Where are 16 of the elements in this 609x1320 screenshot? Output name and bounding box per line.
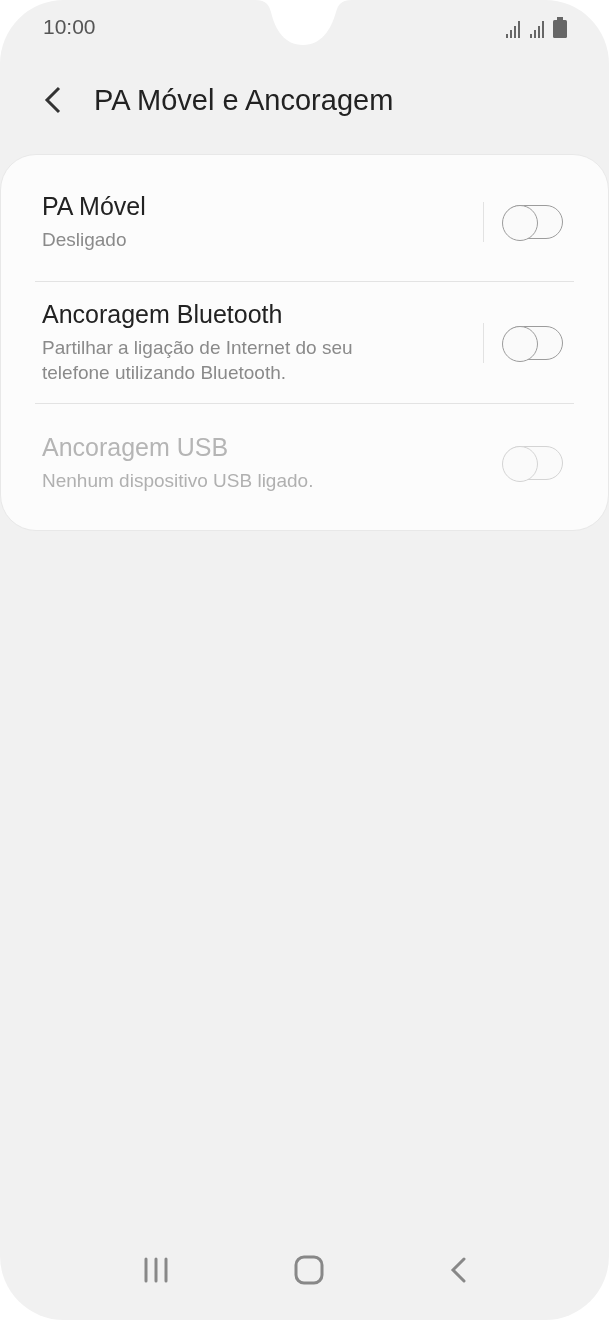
back-icon[interactable] [44,86,62,114]
setting-description: Desligado [42,228,128,252]
setting-description: Partilhar a ligação de Internet do seu telefone utilizando Bluetooth. [42,336,354,385]
page-title: PA Móvel e Ancoragem [94,83,394,117]
home-icon[interactable] [293,1255,324,1285]
battery-icon [553,16,567,38]
signal-icon [505,19,521,38]
signal-icon [529,19,545,38]
toggle-switch[interactable] [503,325,563,360]
setting-title: Ancoragem USB [42,433,230,462]
setting-description: Nenhum dispositivo USB ligado. [42,469,315,493]
recent-apps-icon[interactable] [142,1257,169,1283]
setting-title: PA Móvel [42,192,147,221]
setting-title: Ancoragem Bluetooth [42,300,284,329]
toggle-switch[interactable] [503,205,563,239]
status-time: 10:00 [43,15,96,39]
